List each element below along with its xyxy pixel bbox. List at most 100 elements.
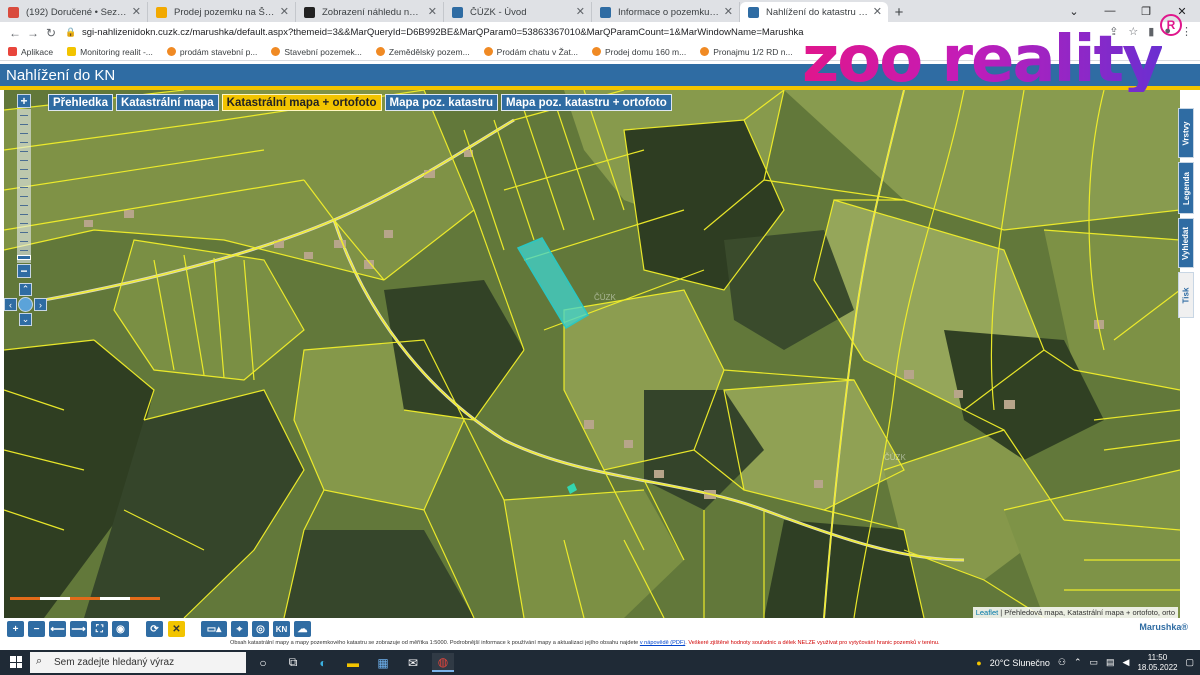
tab-vyhledat[interactable]: Vyhledat <box>1178 218 1194 268</box>
zoom-out-tool[interactable]: − <box>28 621 45 637</box>
refresh-icon[interactable]: ⟳ <box>146 621 163 637</box>
location-pin-icon[interactable]: ⌖ <box>231 621 248 637</box>
bookmark-item[interactable]: Stavební pozemek... <box>271 47 362 57</box>
close-tab-icon[interactable]: ✕ <box>132 5 141 18</box>
zoom-in-button[interactable]: + <box>17 94 31 108</box>
side-panel-tabs: Vrstvy Legenda Vyhledat Tisk <box>1178 108 1194 318</box>
bookmark-item[interactable]: prodám stavební p... <box>166 47 257 57</box>
tab-search-icon[interactable]: ⌄ <box>1056 0 1092 22</box>
browser-tab[interactable]: (192) Doručené • Seznam Email ✕ <box>0 2 148 22</box>
folder-icon <box>67 47 77 56</box>
restore-button[interactable]: ❐ <box>1128 0 1164 22</box>
disclaimer-text: Obsah katastrální mapy a mapy pozemkovéh… <box>230 640 639 646</box>
reload-icon[interactable]: ↻ <box>42 26 60 40</box>
store-icon[interactable]: ▦ <box>372 653 394 672</box>
volume-icon[interactable]: ◀ <box>1123 657 1130 668</box>
menu-icon[interactable]: ⋮ <box>1181 25 1192 38</box>
tab-vrstvy[interactable]: Vrstvy <box>1178 108 1194 158</box>
cortana-icon[interactable]: ○ <box>252 653 274 672</box>
kn-info-button[interactable]: KN <box>273 621 290 637</box>
bookmark-apps[interactable]: Aplikace <box>8 47 53 57</box>
browser-tab[interactable]: Zobrazení náhledu nabídky | Nab ✕ <box>296 2 444 22</box>
bookmark-item[interactable]: Prodám chatu v Žat... <box>483 46 578 57</box>
url-input[interactable]: sgi-nahlizenidokn.cuzk.cz/marushka/defau… <box>82 27 804 38</box>
tab-tisk[interactable]: Tisk <box>1178 272 1194 318</box>
cuzk-watermark: ČÚZK <box>594 293 616 302</box>
notification-icon[interactable]: ▢ <box>1185 657 1194 668</box>
edge-icon[interactable]: ◐ <box>312 653 334 672</box>
measure-icon[interactable]: ▭▴ <box>201 621 227 637</box>
zoom-tick <box>20 232 28 233</box>
tab-katastralni-mapa-ortofoto[interactable]: Katastrální mapa + ortofoto <box>221 94 382 111</box>
previous-view-tool[interactable]: ⟵ <box>49 621 66 637</box>
task-view-icon[interactable]: ⧉ <box>282 653 304 672</box>
zoom-in-tool[interactable]: + <box>7 621 24 637</box>
comment-icon[interactable]: ☁ <box>294 621 311 637</box>
forward-icon[interactable]: → <box>24 26 42 40</box>
people-icon[interactable]: ⚇ <box>1058 657 1066 668</box>
close-tab-icon[interactable]: ✕ <box>873 5 882 18</box>
tab-prehledka[interactable]: Přehledka <box>48 94 113 111</box>
leaflet-link[interactable]: Leaflet <box>976 608 999 617</box>
next-view-tool[interactable]: ⟶ <box>70 621 87 637</box>
close-tab-icon[interactable]: ✕ <box>280 5 289 18</box>
pan-left-icon[interactable]: ‹ <box>4 298 17 311</box>
pan-right-icon[interactable]: › <box>34 298 47 311</box>
zoom-box-tool[interactable]: ⛶ <box>91 621 108 637</box>
zoom-slider[interactable] <box>17 109 31 263</box>
full-extent-icon[interactable]: ◉ <box>112 621 129 637</box>
tab-mapa-poz-katastru[interactable]: Mapa poz. katastru <box>384 94 499 111</box>
clear-selection-icon[interactable]: ✕ <box>168 621 185 637</box>
tab-label: (192) Doručené • Seznam Email <box>26 6 127 18</box>
attribution-text: | Přehledová mapa, Katastrální mapa + or… <box>1000 608 1175 617</box>
new-tab-button[interactable]: + <box>888 2 910 22</box>
close-tab-icon[interactable]: ✕ <box>724 5 733 18</box>
tab-label: Informace o pozemku | Nahlížení <box>618 6 719 18</box>
site-icon <box>166 47 176 56</box>
close-tab-icon[interactable]: ✕ <box>576 5 585 18</box>
zoom-slider-handle[interactable] <box>17 255 31 260</box>
tab-favicon <box>452 7 463 18</box>
battery-icon[interactable]: ▭ <box>1089 657 1098 668</box>
zoom-tick <box>20 133 28 134</box>
bookmark-item[interactable]: Zemědělský pozem... <box>375 47 470 57</box>
chevron-up-icon[interactable]: ⌃ <box>1074 657 1082 668</box>
help-pdf-link[interactable]: v nápovědě (PDF) <box>640 640 685 646</box>
taskbar-search-input[interactable]: ⌕ Sem zadejte hledaný výraz <box>30 652 246 673</box>
weather-text[interactable]: 20°C Slunečno <box>990 658 1050 668</box>
gps-icon[interactable]: ◎ <box>252 621 269 637</box>
zoom-out-button[interactable]: − <box>17 264 31 278</box>
taskbar-apps: ○ ⧉ ◐ ▬ ▦ ✉ ◍ <box>252 653 454 672</box>
clock[interactable]: 11:50 18.05.2022 <box>1137 653 1177 673</box>
tab-mapa-poz-katastru-ortofoto[interactable]: Mapa poz. katastru + ortofoto <box>501 94 672 111</box>
zoom-control: + − <box>17 94 31 278</box>
file-explorer-icon[interactable]: ▬ <box>342 653 364 672</box>
bookmark-item[interactable]: Pronajmu 1/2 RD n... <box>700 47 793 57</box>
weather-icon[interactable]: ● <box>976 658 981 668</box>
browser-tab[interactable]: ČÚZK - Úvod ✕ <box>444 2 592 22</box>
browser-tab-active[interactable]: Nahlížení do katastru nemovitost ✕ <box>740 2 888 22</box>
side-tab-label: Vyhledat <box>1181 226 1191 260</box>
bookmark-label: Prodám chatu v Žat... <box>496 46 578 57</box>
lock-icon[interactable]: 🔒 <box>64 27 78 38</box>
side-tab-label: Legenda <box>1181 171 1191 205</box>
tab-katastralni-mapa[interactable]: Katastrální mapa <box>115 94 219 111</box>
pan-up-icon[interactable]: ⌃ <box>19 283 32 296</box>
bookmark-item[interactable]: Monitoring realit -... <box>67 47 153 57</box>
back-icon[interactable]: ← <box>6 26 24 40</box>
network-icon[interactable]: ▤ <box>1106 657 1115 668</box>
chrome-icon[interactable]: ◍ <box>432 653 454 672</box>
cadastral-map[interactable]: ČÚZK ČÚZK <box>4 90 1180 618</box>
map-toolbar: + − ⟵ ⟶ ⛶ ◉ ⟳ ✕ ▭▴ ⌖ ◎ KN ☁ Marushka® <box>0 618 1200 640</box>
browser-tab[interactable]: Prodej pozemku na Šumavě - Pr ✕ <box>148 2 296 22</box>
browser-tab[interactable]: Informace o pozemku | Nahlížení ✕ <box>592 2 740 22</box>
pan-center-icon[interactable] <box>18 297 33 312</box>
pan-down-icon[interactable]: ⌄ <box>19 313 32 326</box>
minimize-button[interactable]: — <box>1092 0 1128 22</box>
close-tab-icon[interactable]: ✕ <box>428 5 437 18</box>
tab-legenda[interactable]: Legenda <box>1178 162 1194 214</box>
search-icon: ⌕ <box>36 655 43 667</box>
bookmark-item[interactable]: Prodej domu 160 m... <box>591 47 686 57</box>
windows-start-icon[interactable] <box>10 656 22 668</box>
mail-icon[interactable]: ✉ <box>402 653 424 672</box>
